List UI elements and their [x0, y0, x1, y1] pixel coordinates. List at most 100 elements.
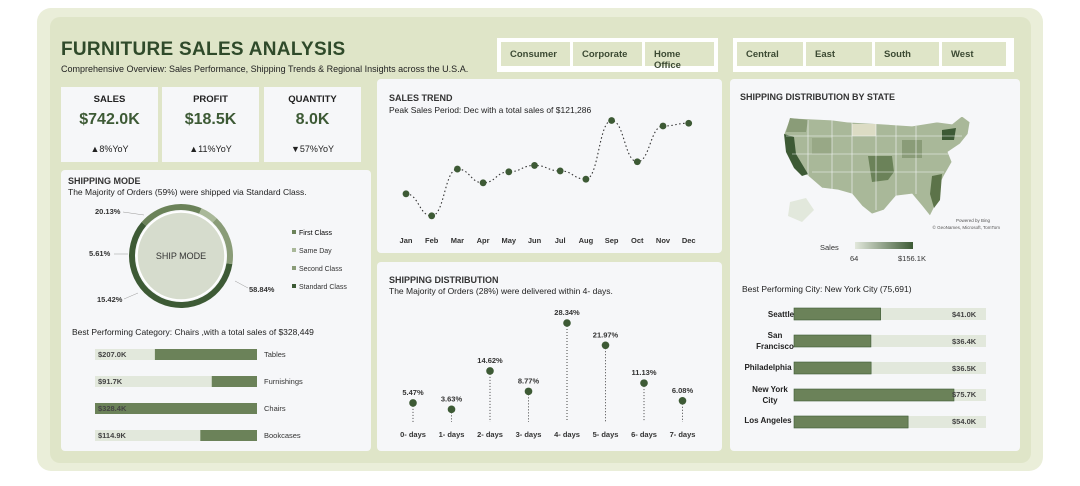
- sales-trend-point[interactable]: [685, 119, 693, 127]
- kpi-yoy: ▲8%YoY: [90, 144, 129, 154]
- region-central-button[interactable]: Central: [737, 42, 803, 66]
- sales-trend-month-label: May: [502, 236, 517, 245]
- sales-trend-desc: Peak Sales Period: Dec with a total sale…: [389, 105, 592, 115]
- state-title: SHIPPING DISTRIBUTION BY STATE: [740, 92, 896, 102]
- city-bar[interactable]: [793, 307, 881, 321]
- kpi-label: PROFIT: [193, 94, 228, 105]
- sales-trend-point[interactable]: [479, 179, 487, 187]
- sales-trend-point[interactable]: [454, 165, 461, 173]
- city-bar[interactable]: [793, 334, 872, 348]
- sales-trend-month-label: Jun: [528, 236, 542, 245]
- segment-home-office-button[interactable]: Home Office: [645, 42, 714, 71]
- city-name-new-york: New York City: [752, 385, 788, 405]
- legend-swatch-second-class: [292, 266, 296, 270]
- city-desc: Best Performing City: New York City (75,…: [742, 284, 912, 294]
- shipping-days-label: 0- days: [400, 430, 426, 439]
- sales-trend-point[interactable]: [608, 117, 615, 124]
- sales-trend-month-label: Sep: [605, 236, 619, 245]
- shipping-lollipop-label: 21.97%: [593, 330, 619, 339]
- kpi-value: $18.5K: [184, 111, 237, 128]
- kpi-label: QUANTITY: [288, 94, 337, 105]
- kpi-quantity-card: QUANTITY 8.0K ▼57%YoY: [264, 87, 361, 162]
- sales-trend-point[interactable]: [428, 212, 436, 220]
- sales-trend-point[interactable]: [402, 190, 410, 198]
- shipping-lollipop-point[interactable]: [447, 405, 456, 414]
- region-south-button[interactable]: South: [875, 42, 939, 66]
- city-bar[interactable]: [793, 388, 955, 402]
- city-name-san-francisco: San Francisco: [756, 331, 794, 351]
- us-state-map[interactable]: Powered by Bing © GeoNames, Microsoft, T…: [772, 110, 1002, 235]
- legend-same-day: Same Day: [299, 248, 332, 255]
- sales-trend-point[interactable]: [505, 168, 513, 176]
- shipping-lollipop-label: 5.47%: [402, 388, 424, 397]
- sales-trend-point[interactable]: [633, 158, 641, 166]
- shipping-lollipop-point[interactable]: [563, 319, 571, 327]
- shipping-distribution-desc: The Majority of Orders (28%) were delive…: [389, 286, 613, 296]
- city-value-los-angeles: $54.0K: [952, 417, 977, 426]
- sales-trend-month-label: Jul: [555, 236, 566, 245]
- donut-label-standard-class: 58.84%: [249, 285, 275, 294]
- sales-trend-point[interactable]: [582, 175, 590, 183]
- state-alaska[interactable]: [788, 198, 814, 222]
- city-value-philadelphia: $36.5K: [952, 364, 977, 373]
- sales-trend-month-label: Nov: [656, 236, 671, 245]
- legend-first-class: First Class: [299, 230, 333, 237]
- shipping-lollipop-label: 14.62%: [477, 356, 503, 365]
- category-name-chairs: Chairs: [264, 404, 286, 413]
- city-name-philadelphia: Philadelphia: [744, 363, 792, 372]
- category-value-chairs: $328.4K: [98, 404, 127, 413]
- segment-consumer-button[interactable]: Consumer: [501, 42, 570, 66]
- map-legend-max: $156.1K: [898, 254, 926, 263]
- region-west-button[interactable]: West: [942, 42, 1006, 66]
- map-attribution-bing: Powered by Bing: [956, 218, 991, 223]
- kpi-profit-card: PROFIT $18.5K ▲11%YoY: [162, 87, 259, 162]
- region-east-button[interactable]: East: [806, 42, 872, 66]
- sales-trend-month-label: Aug: [579, 236, 594, 245]
- state-north-dakota[interactable]: [852, 124, 876, 136]
- city-bar[interactable]: [793, 415, 909, 429]
- shipping-lollipop-point[interactable]: [640, 379, 648, 387]
- kpi-value: 8.0K: [295, 111, 330, 128]
- kpi-label: SALES: [93, 94, 126, 105]
- shipping-lollipop-label: 8.77%: [518, 376, 540, 385]
- sales-trend-point[interactable]: [659, 122, 667, 130]
- shipping-lollipop-point[interactable]: [409, 399, 417, 407]
- map-legend-gradient: [855, 242, 913, 249]
- shipping-lollipop-point[interactable]: [486, 367, 494, 375]
- shipping-days-label: 5- days: [593, 430, 619, 439]
- ship-mode-donut-chart: SHIP MODE 20.13% 5.61% 15.42% 58.84% Fir…: [89, 204, 347, 308]
- city-value-san-francisco: $36.4K: [952, 337, 977, 346]
- map-attribution-geonames: © GeoNames, Microsoft, TomTom: [933, 224, 1001, 230]
- donut-center-label: SHIP MODE: [156, 251, 206, 261]
- city-value-new-york: $75.7K: [952, 390, 977, 399]
- kpi-yoy: ▼57%YoY: [290, 144, 335, 154]
- legend-swatch-standard-class: [292, 284, 296, 288]
- shipping-days-label: 7- days: [670, 430, 696, 439]
- category-bar[interactable]: [200, 430, 257, 441]
- state-midwest[interactable]: [902, 140, 922, 158]
- segment-corporate-button[interactable]: Corporate: [573, 42, 642, 66]
- category-name-bookcases: Bookcases: [264, 431, 301, 440]
- shipping-lollipop-point[interactable]: [678, 396, 687, 405]
- category-bar[interactable]: [211, 376, 257, 387]
- shipping-lollipop-point[interactable]: [524, 387, 533, 396]
- sales-trend-point[interactable]: [531, 162, 538, 169]
- sales-trend-month-label: Mar: [451, 236, 464, 245]
- donut-label-same-day: 5.61%: [89, 249, 111, 258]
- category-name-tables: Tables: [264, 350, 286, 359]
- sales-trend-month-label: Oct: [631, 236, 644, 245]
- city-bar[interactable]: [793, 361, 872, 375]
- state-new-york[interactable]: [942, 128, 956, 140]
- city-name-los-angeles: Los Angeles: [744, 416, 792, 425]
- category-value-tables: $207.0K: [98, 350, 127, 359]
- state-nevada-utah[interactable]: [812, 138, 832, 154]
- kpi-sales-card: SALES $742.0K ▲8%YoY: [61, 87, 158, 162]
- shipping-lollipop-point[interactable]: [601, 341, 610, 350]
- page-title: FURNITURE SALES ANALYSIS: [61, 39, 346, 60]
- sales-trend-point[interactable]: [556, 167, 564, 175]
- sales-trend-line-chart: Jan Feb Mar Apr May Jun Jul Aug Sep Oct Nov Dec: [400, 117, 696, 245]
- legend-standard-class: Standard Class: [299, 284, 347, 291]
- category-name-furnishings: Furnishings: [264, 377, 303, 386]
- category-bar[interactable]: [154, 349, 257, 360]
- page-subtitle: Comprehensive Overview: Sales Performanc…: [61, 64, 469, 74]
